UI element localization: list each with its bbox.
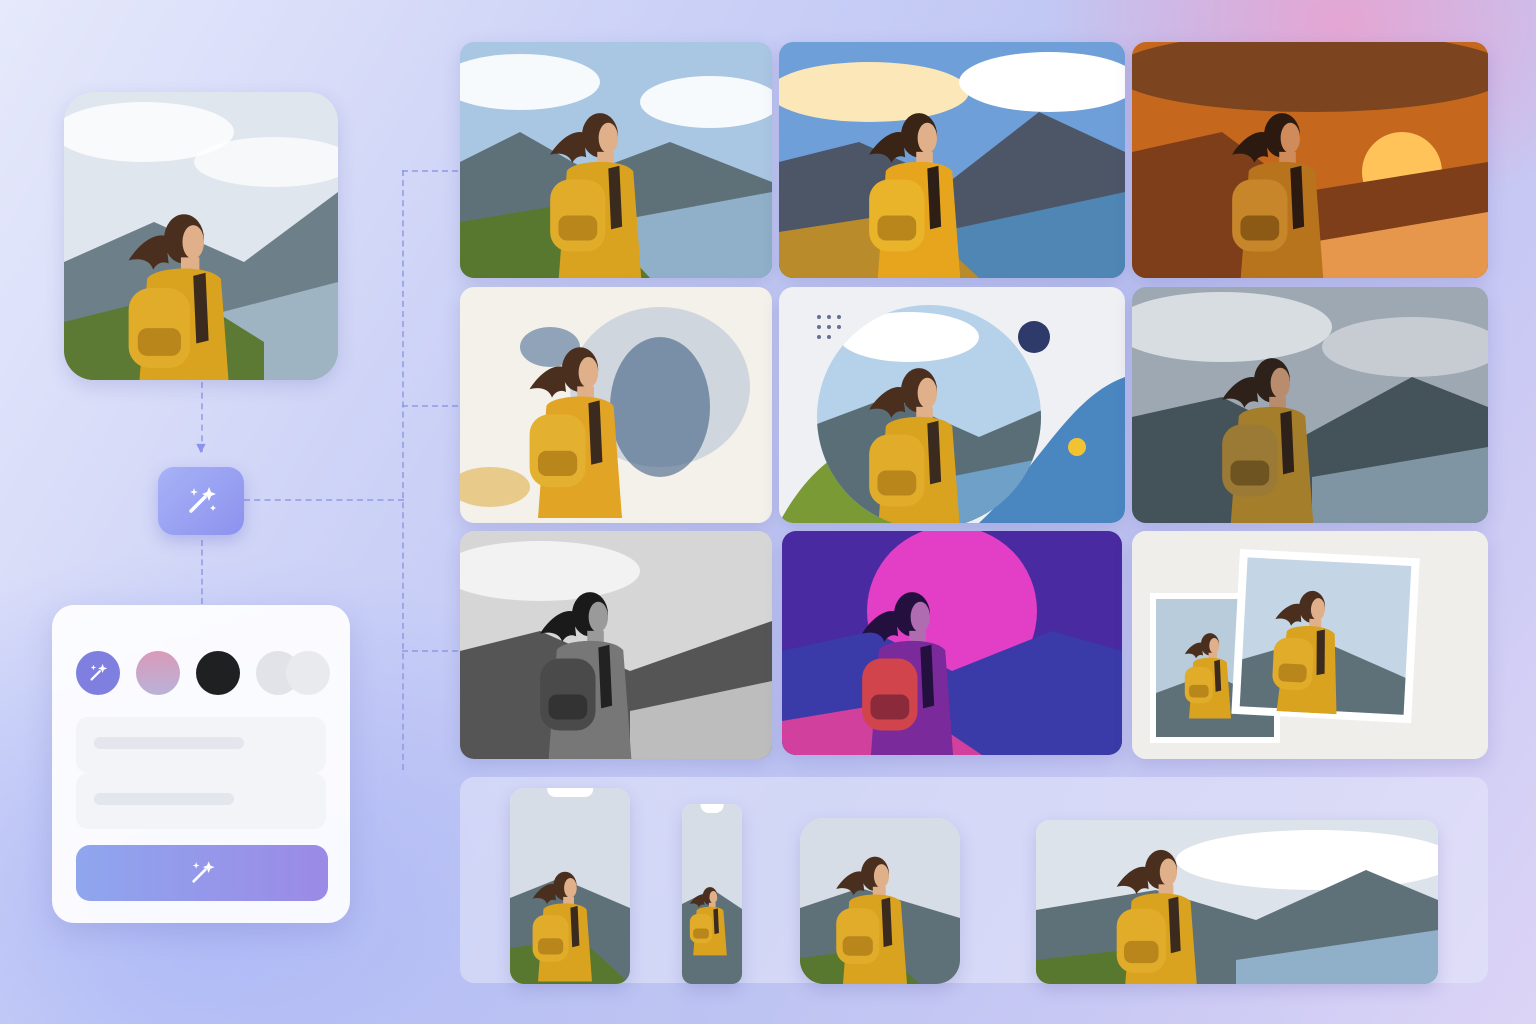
connector-branch-1 xyxy=(402,170,458,172)
variation-synthwave[interactable] xyxy=(782,531,1122,755)
variation-black-and-white[interactable] xyxy=(460,531,772,759)
magic-wand-icon xyxy=(192,861,215,883)
format-wide-banner[interactable] xyxy=(1036,820,1438,984)
format-phone-narrow[interactable] xyxy=(682,804,742,984)
field-placeholder-bar xyxy=(94,737,244,749)
variation-watercolor[interactable] xyxy=(460,287,772,523)
magic-wand-icon xyxy=(189,487,216,513)
source-photo[interactable] xyxy=(64,92,338,380)
phone-notch xyxy=(547,788,593,797)
swatch-light-b[interactable] xyxy=(286,651,330,695)
arrow-down-icon: ▼ xyxy=(193,440,209,457)
generate-button[interactable] xyxy=(76,845,328,901)
connector-branch-2 xyxy=(402,405,458,407)
image-icon xyxy=(64,92,338,380)
connector-trunk xyxy=(402,170,404,770)
variation-sunset[interactable] xyxy=(1132,42,1488,278)
swatch-magic[interactable] xyxy=(76,651,120,695)
style-field[interactable] xyxy=(76,773,326,829)
format-square[interactable] xyxy=(800,818,960,984)
field-placeholder-bar xyxy=(94,793,234,805)
swatch-gradient[interactable] xyxy=(136,651,180,695)
connector-node-to-grid xyxy=(244,499,404,501)
variation-vivid[interactable] xyxy=(779,42,1125,278)
connector-node-to-settings xyxy=(201,540,203,604)
swatch-dark[interactable] xyxy=(196,651,240,695)
connector-branch-3 xyxy=(402,650,458,652)
sparkles-icon xyxy=(90,663,108,681)
phone-notch xyxy=(700,804,724,813)
settings-card xyxy=(52,605,350,923)
prompt-field[interactable] xyxy=(76,717,326,773)
variation-natural[interactable] xyxy=(460,42,772,278)
format-phone-tall[interactable] xyxy=(510,788,630,984)
variation-polaroid-collage[interactable] xyxy=(1132,531,1488,759)
variation-moody[interactable] xyxy=(1132,287,1488,523)
variation-graphic-collage[interactable] xyxy=(779,287,1125,523)
magic-wand-node[interactable] xyxy=(158,467,244,535)
